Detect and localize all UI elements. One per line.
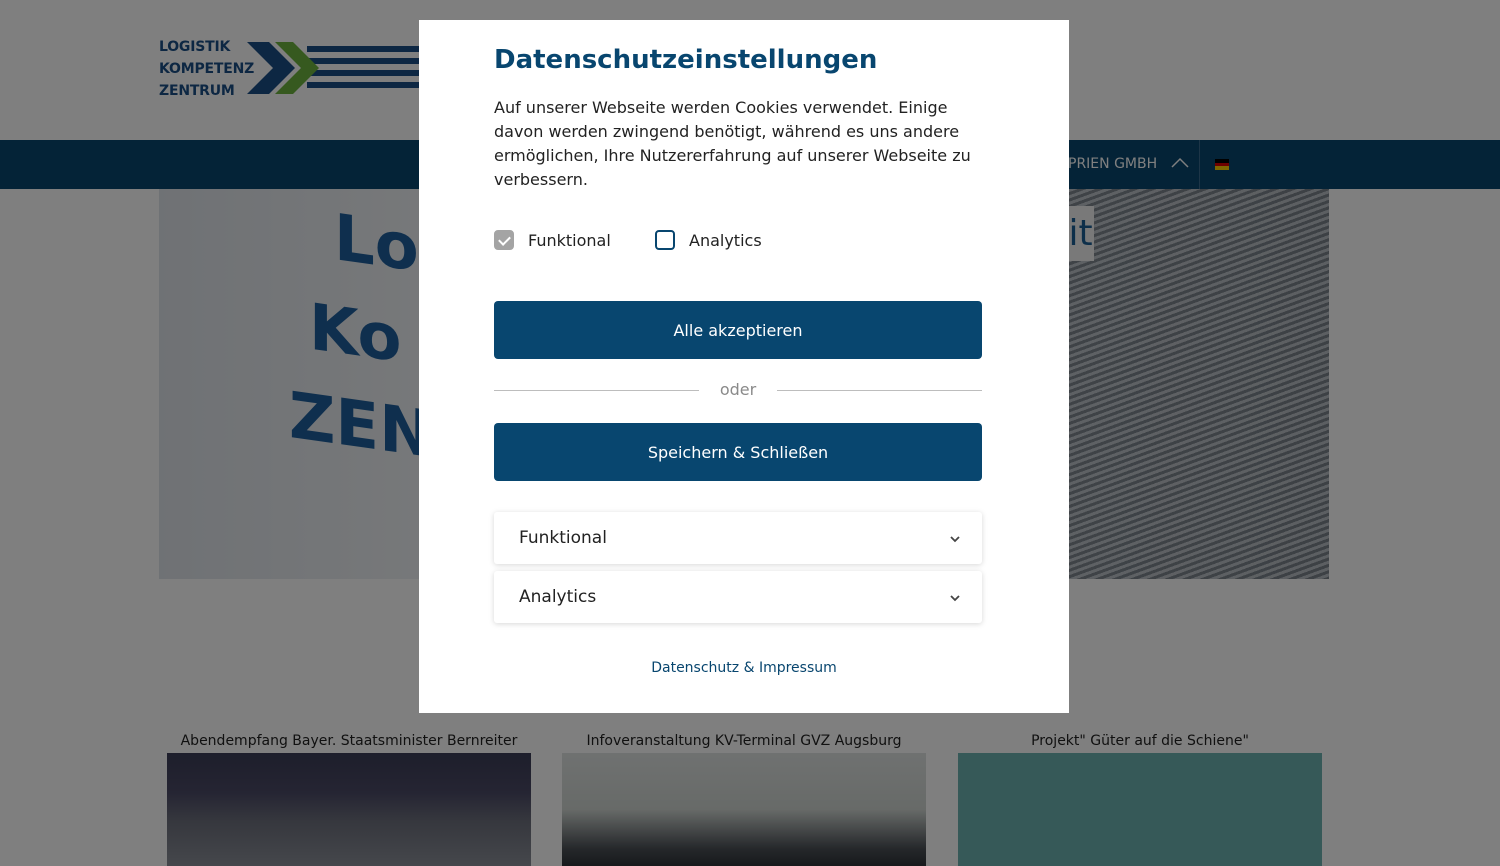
accordion-analytics[interactable]: Analytics — [494, 571, 982, 623]
checkbox-unchecked-icon[interactable] — [655, 230, 675, 250]
chevron-down-icon[interactable] — [948, 532, 962, 546]
checkbox-analytics[interactable]: Analytics — [655, 228, 762, 252]
accept-all-button[interactable]: Alle akzeptieren — [494, 301, 982, 359]
checkbox-label[interactable]: Funktional — [528, 231, 611, 250]
dialog-description: Auf unserer Webseite werden Cookies verw… — [494, 98, 971, 189]
accordion-funktional[interactable]: Funktional — [494, 512, 982, 564]
checkbox-checked-icon[interactable] — [494, 230, 514, 250]
accordion-label[interactable]: Analytics — [519, 571, 596, 623]
dialog-title: Datenschutzeinstellungen — [494, 45, 878, 75]
accordion-label[interactable]: Funktional — [519, 512, 607, 564]
cookie-consent-dialog: Datenschutzeinstellungen Auf unserer Web… — [419, 20, 1069, 713]
save-and-close-button[interactable]: Speichern & Schließen — [494, 423, 982, 481]
checkbox-label[interactable]: Analytics — [689, 231, 762, 250]
checkbox-funktional[interactable]: Funktional — [494, 228, 611, 252]
or-separator: oder — [494, 378, 982, 404]
privacy-imprint-link[interactable]: Datenschutz & Impressum — [419, 660, 1069, 676]
or-label: oder — [719, 380, 757, 399]
chevron-down-icon[interactable] — [948, 591, 962, 605]
